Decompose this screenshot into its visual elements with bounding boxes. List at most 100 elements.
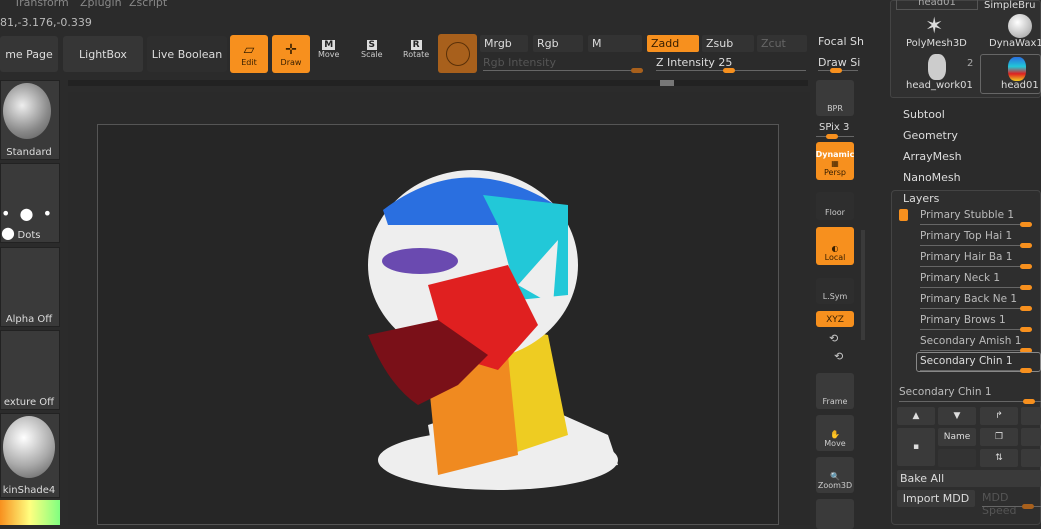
texture-thumbnail[interactable]: exture Off [0, 330, 60, 410]
layer-item[interactable]: Primary Neck 1 [920, 272, 1000, 284]
menu-zplugin[interactable]: Zplugin [80, 0, 122, 9]
polymesh-star-icon: ✶ [925, 14, 944, 39]
shelf-scrollbar[interactable] [861, 230, 865, 340]
alpha-thumbnail[interactable]: Alpha Off [0, 247, 60, 327]
nanomesh-menu[interactable]: NanoMesh [903, 171, 961, 184]
frame-button[interactable]: Frame [816, 373, 854, 409]
move-layer-down-button[interactable]: ▼ [938, 407, 976, 425]
selected-layer-label: Secondary Chin 1 [899, 386, 992, 398]
layer-strength-slider[interactable] [920, 285, 1032, 290]
layer-item[interactable]: Primary Top Hai 1 [920, 230, 1012, 242]
geometry-menu[interactable]: Geometry [903, 129, 958, 142]
material-button[interactable] [438, 34, 477, 73]
spix-slider[interactable] [816, 134, 854, 139]
brush-swirl-icon [3, 83, 51, 139]
move-button[interactable]: M Move [318, 40, 339, 59]
zcut-button[interactable]: Zcut [757, 35, 807, 52]
z-intensity-slider[interactable] [656, 68, 806, 73]
layer-item[interactable]: Secondary Chin 1 [920, 355, 1013, 367]
head-model [368, 170, 618, 490]
coordinates-readout: 81,-3.176,-0.339 [0, 16, 92, 29]
local-button[interactable]: ◐ Local [816, 227, 854, 265]
focal-shift-label: Focal Sh [818, 35, 864, 48]
mrgb-button[interactable]: Mrgb [480, 35, 528, 52]
floor-button[interactable]: Floor [816, 192, 854, 220]
layer-strength-slider[interactable] [920, 243, 1032, 248]
tool-head01-top[interactable]: head01 [896, 0, 978, 10]
layer-strength-slider[interactable] [920, 327, 1032, 332]
scale-icon: S [366, 40, 377, 50]
tool-polymesh3d[interactable]: PolyMesh3D [906, 38, 967, 49]
swap-icon: ⇅ [995, 453, 1003, 463]
edit-icon: ▱ [243, 41, 255, 58]
draw-size-slider[interactable] [818, 68, 858, 73]
m-button[interactable]: M [588, 35, 642, 52]
zsub-button[interactable]: Zsub [702, 35, 754, 52]
merge-button[interactable] [938, 449, 976, 467]
layer-strength-slider[interactable] [920, 348, 1032, 353]
lsym-button[interactable]: L.Sym [816, 278, 854, 304]
hand-icon: ✋ [830, 430, 840, 439]
live-boolean-button[interactable]: Live Boolean [147, 36, 227, 72]
layers-title[interactable]: Layers [903, 192, 939, 205]
subtool-menu[interactable]: Subtool [903, 108, 945, 121]
flip-button[interactable]: ⇅ [980, 449, 1018, 467]
layer-item[interactable]: Primary Back Ne 1 [920, 293, 1017, 305]
draw-button[interactable]: ✛ Draw [272, 35, 310, 73]
duplicate-button[interactable]: ❐ [980, 428, 1018, 446]
layer-strength-slider[interactable] [920, 222, 1032, 227]
split-button[interactable] [1021, 407, 1041, 425]
persp-button[interactable]: Dynamic ▦ Persp [816, 142, 854, 180]
rotate-z-icon[interactable]: ⟲ [834, 350, 843, 363]
head01-thumbnail [1008, 57, 1026, 81]
layer-item[interactable]: Primary Brows 1 [920, 314, 1006, 326]
material-thumbnail[interactable]: kinShade4 [0, 413, 60, 498]
tool-head01-selected[interactable]: head01 [980, 54, 1041, 94]
name-button[interactable]: Name [938, 428, 976, 446]
edit-button[interactable]: ▱ Edit [230, 35, 268, 73]
layer-item[interactable]: Secondary Amish 1 [920, 335, 1021, 347]
mdd-speed-slider[interactable] [982, 504, 1041, 509]
tool-dynawax[interactable]: DynaWax1 [989, 38, 1041, 49]
lightbox-button[interactable]: LightBox [63, 36, 143, 72]
layer-strength-slider[interactable] [920, 306, 1032, 311]
layer-item[interactable]: Primary Stubble 1 [920, 209, 1014, 221]
brush-thumbnail[interactable]: Standard [0, 80, 60, 160]
selected-layer-slider[interactable] [899, 399, 1041, 404]
zadd-button[interactable]: Zadd [647, 35, 699, 52]
import-mdd-button[interactable]: Import MDD [897, 490, 975, 507]
delete-button[interactable] [1021, 428, 1041, 446]
move-layer-up-button[interactable]: ▲ [897, 407, 935, 425]
zoom3d-button[interactable]: 🔍 Zoom3D [816, 457, 854, 493]
arraymesh-menu[interactable]: ArrayMesh [903, 150, 962, 163]
scale-button[interactable]: S Scale [361, 40, 383, 59]
layer-strength-slider[interactable] [920, 368, 1032, 373]
bpr-button[interactable]: BPR [816, 80, 854, 116]
copy-icon: ❐ [994, 432, 1004, 442]
new-layer-button[interactable]: ▪ [897, 428, 935, 466]
menu-transform[interactable]: Transform [14, 0, 69, 9]
home-page-button[interactable]: me Page [0, 36, 58, 72]
bake-all-button[interactable]: Bake All [897, 470, 1041, 487]
horizontal-scrollbar[interactable] [68, 80, 808, 86]
move-icon: M [322, 40, 336, 50]
layer-strength-slider[interactable] [920, 264, 1032, 269]
color-picker[interactable] [0, 500, 60, 525]
menu-zscript[interactable]: Zscript [129, 0, 167, 9]
redirect-button[interactable]: ↱ [980, 407, 1018, 425]
tool-simplebrush[interactable]: SimpleBru [984, 0, 1035, 11]
redirect-arrow-icon: ↱ [995, 411, 1003, 421]
stroke-thumbnail[interactable]: • ● • ● Dots [0, 163, 60, 243]
rotate-button[interactable]: R Rotate [403, 40, 429, 59]
tool-head-work01[interactable]: head_work01 [906, 80, 973, 91]
xyz-button[interactable]: XYZ [816, 311, 854, 327]
rgb-button[interactable]: Rgb [533, 35, 583, 52]
rotate-y-icon[interactable]: ⟲ [829, 332, 838, 345]
rgb-intensity-slider[interactable] [483, 68, 643, 73]
layer-item[interactable]: Primary Hair Ba 1 [920, 251, 1012, 263]
move-view-button[interactable]: ✋ Move [816, 415, 854, 451]
layer-record-toggle[interactable] [899, 209, 908, 221]
extra-button[interactable] [1021, 449, 1041, 467]
document-canvas[interactable] [97, 124, 779, 525]
document-icon: ▪ [912, 442, 920, 452]
